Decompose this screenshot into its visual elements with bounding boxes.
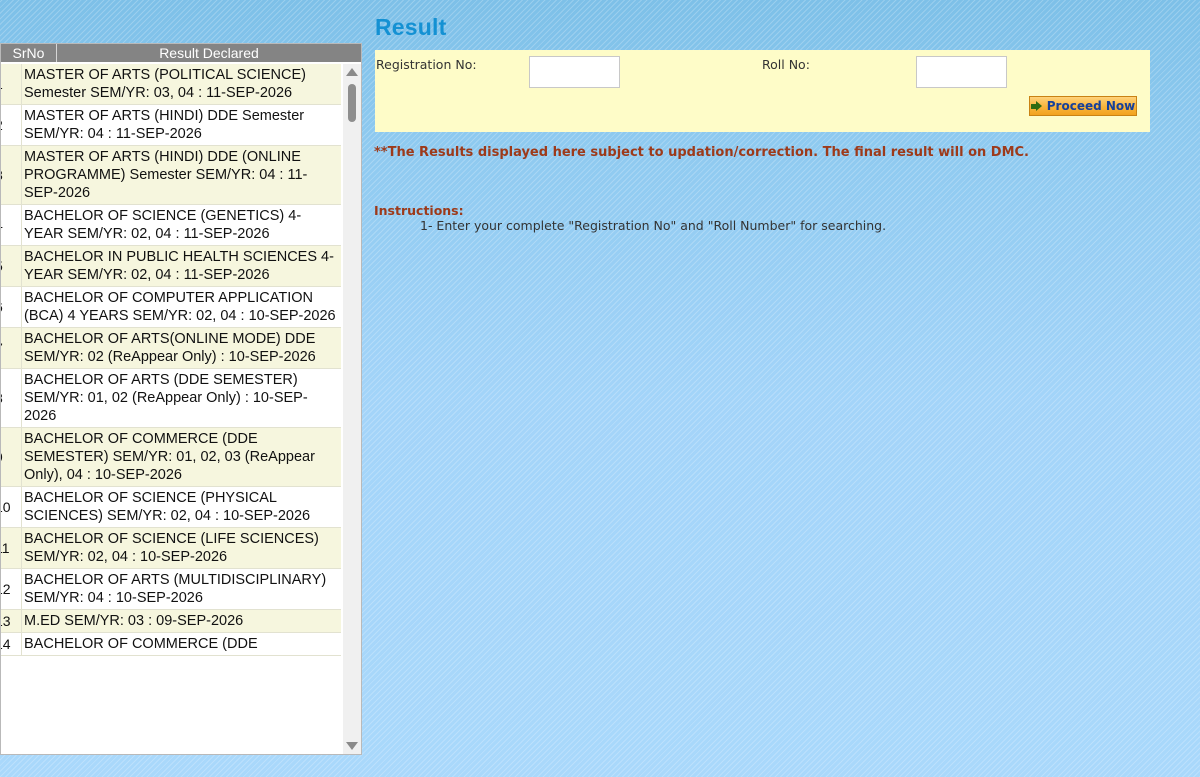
result-link[interactable]: BACHELOR OF SCIENCE (GENETICS) 4-YEAR SE… [21,205,341,245]
proceed-now-button[interactable]: Proceed Now [1029,96,1137,116]
result-link[interactable]: BACHELOR OF ARTS (DDE SEMESTER) SEM/YR: … [21,369,341,427]
arrow-right-icon [1030,100,1042,111]
result-link[interactable]: MASTER OF ARTS (HINDI) DDE (ONLINE PROGR… [21,146,341,204]
registration-input[interactable] [529,56,620,88]
result-link[interactable]: BACHELOR OF COMMERCE (DDE SEMESTER) SEM/… [21,428,341,486]
table-row[interactable]: 2 MASTER OF ARTS (HINDI) DDE Semester SE… [1,105,341,146]
result-link[interactable]: BACHELOR OF COMPUTER APPLICATION (BCA) 4… [21,287,341,327]
registration-label: Registration No: [376,57,477,72]
table-row[interactable]: 14 BACHELOR OF COMMERCE (DDE [1,633,341,656]
table-row[interactable]: 11 BACHELOR OF SCIENCE (LIFE SCIENCES) S… [1,528,341,569]
row-srno: 6 [1,287,21,327]
results-list-panel: SrNo Result Declared 1 MASTER OF ARTS (P… [0,43,362,755]
results-disclaimer: **The Results displayed here subject to … [374,145,1029,160]
results-rows: 1 MASTER OF ARTS (POLITICAL SCIENCE) Sem… [1,64,341,754]
result-link[interactable]: BACHELOR IN PUBLIC HEALTH SCIENCES 4- YE… [21,246,341,286]
row-srno: 9 [1,428,21,486]
triangle-up-icon[interactable] [346,68,358,76]
roll-label: Roll No: [762,57,810,72]
row-srno: 4 [1,205,21,245]
roll-input[interactable] [916,56,1007,88]
srno-column-header: SrNo [1,44,57,62]
result-link[interactable]: MASTER OF ARTS (POLITICAL SCIENCE) Semes… [21,64,341,104]
proceed-now-label: Proceed Now [1046,99,1136,113]
row-srno: 14 [1,636,11,652]
row-srno: 3 [1,146,21,204]
table-row[interactable]: 12 BACHELOR OF ARTS (MULTIDISCIPLINARY) … [1,569,341,610]
scrollbar-thumb[interactable] [348,84,356,122]
row-srno: 11 [1,540,10,556]
row-srno: 1 [1,64,21,104]
instructions-heading: Instructions: [374,203,464,218]
table-row[interactable]: 9 BACHELOR OF COMMERCE (DDE SEMESTER) SE… [1,428,341,487]
table-row[interactable]: 5 BACHELOR IN PUBLIC HEALTH SCIENCES 4- … [1,246,341,287]
row-srno: 2 [1,105,21,145]
table-row[interactable]: 13 M.ED SEM/YR: 03 : 09-SEP-2026 [1,610,341,633]
triangle-down-icon[interactable] [346,742,358,750]
result-link[interactable]: M.ED SEM/YR: 03 : 09-SEP-2026 [21,610,341,632]
result-link[interactable]: MASTER OF ARTS (HINDI) DDE Semester SEM/… [21,105,341,145]
result-search-form: Registration No: Roll No: Proceed Now [375,50,1150,132]
table-row[interactable]: 7 BACHELOR OF ARTS(ONLINE MODE) DDE SEM/… [1,328,341,369]
result-link[interactable]: BACHELOR OF ARTS(ONLINE MODE) DDE SEM/YR… [21,328,341,368]
result-link[interactable]: BACHELOR OF ARTS (MULTIDISCIPLINARY) SEM… [21,569,341,609]
instruction-item: 1- Enter your complete "Registration No"… [420,218,887,233]
row-srno: 12 [1,581,11,597]
result-link[interactable]: BACHELOR OF SCIENCE (PHYSICAL SCIENCES) … [21,487,341,527]
row-srno: 10 [1,499,11,515]
table-row[interactable]: 6 BACHELOR OF COMPUTER APPLICATION (BCA)… [1,287,341,328]
row-srno: 8 [1,369,21,427]
table-row[interactable]: 3 MASTER OF ARTS (HINDI) DDE (ONLINE PRO… [1,146,341,205]
row-srno: 5 [1,246,21,286]
results-table-header: SrNo Result Declared [1,44,361,62]
table-row[interactable]: 1 MASTER OF ARTS (POLITICAL SCIENCE) Sem… [1,64,341,105]
row-srno: 13 [1,613,11,629]
page-title: Result [375,14,447,40]
result-link[interactable]: BACHELOR OF SCIENCE (LIFE SCIENCES) SEM/… [21,528,341,568]
table-row[interactable]: 10 BACHELOR OF SCIENCE (PHYSICAL SCIENCE… [1,487,341,528]
result-link[interactable]: BACHELOR OF COMMERCE (DDE [21,633,341,655]
row-srno: 7 [1,328,21,368]
table-row[interactable]: 4 BACHELOR OF SCIENCE (GENETICS) 4-YEAR … [1,205,341,246]
table-row[interactable]: 8 BACHELOR OF ARTS (DDE SEMESTER) SEM/YR… [1,369,341,428]
results-scrollbar[interactable] [343,64,361,754]
result-declared-column-header: Result Declared [159,45,259,61]
